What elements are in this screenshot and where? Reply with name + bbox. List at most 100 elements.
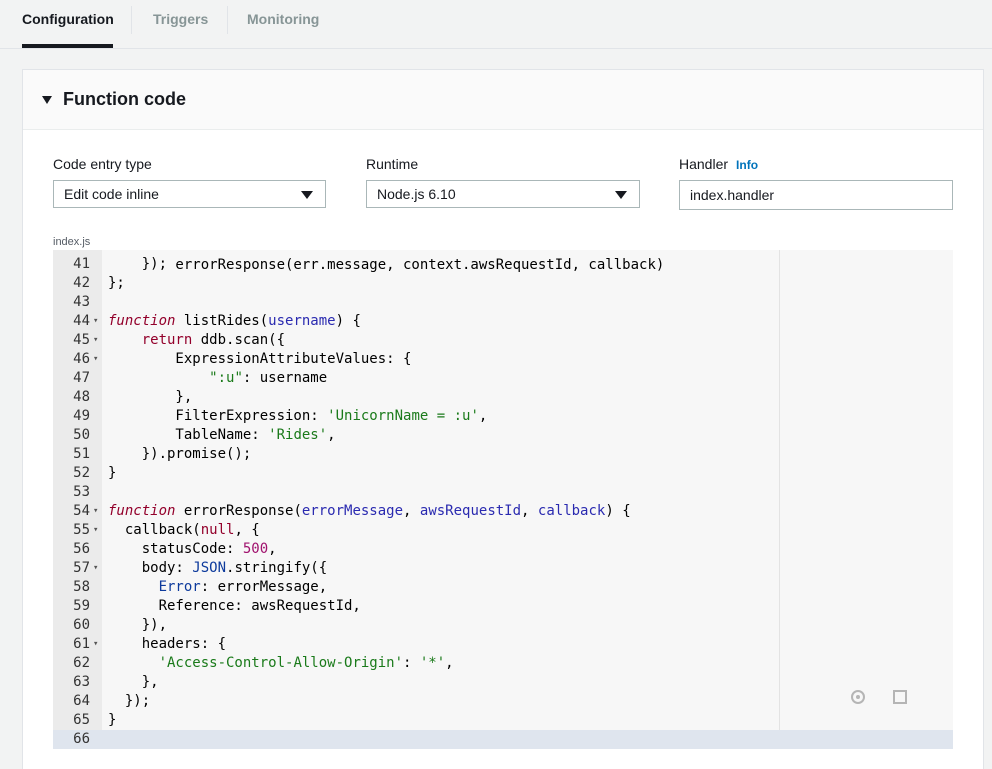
code-text: statusCode: 500, <box>108 541 277 557</box>
line-number: 48 <box>73 389 90 405</box>
line-number: 61 <box>73 636 90 652</box>
tab-monitoring[interactable]: Monitoring <box>247 0 319 48</box>
editor-file-tab[interactable]: index.js <box>53 236 90 248</box>
tab-divider <box>227 6 228 34</box>
code-line[interactable]: 42}; <box>53 274 953 293</box>
code-text: ExpressionAttributeValues: { <box>108 351 412 367</box>
code-text: 'Access-Control-Allow-Origin': '*', <box>158 655 454 671</box>
code-line[interactable]: 49 FilterExpression: 'UnicornName = :u', <box>53 407 953 426</box>
fold-arrow-icon[interactable]: ▾ <box>93 331 98 350</box>
fold-arrow-icon[interactable]: ▾ <box>93 502 98 521</box>
code-line[interactable]: 66 <box>53 730 953 749</box>
code-line[interactable]: 46 ▾ ExpressionAttributeValues: { <box>53 350 953 369</box>
code-entry-type-label: Code entry type <box>53 156 152 172</box>
code-line[interactable]: 65} <box>53 711 953 730</box>
code-line[interactable]: 53 <box>53 483 953 502</box>
code-text: } <box>108 712 117 728</box>
code-line[interactable]: 50 TableName: 'Rides', <box>53 426 953 445</box>
tab-configuration[interactable]: Configuration <box>22 0 114 48</box>
code-text: }), <box>108 617 168 633</box>
code-line[interactable]: 45 ▾ return ddb.scan({ <box>53 331 953 350</box>
line-number: 57 <box>73 560 90 576</box>
runtime-label: Runtime <box>366 156 419 172</box>
code-line[interactable]: 64 }); <box>53 692 953 711</box>
code-line[interactable]: 61 ▾ headers: { <box>53 635 953 654</box>
code-line[interactable]: 41 }); <box>53 255 953 274</box>
line-number: 60 <box>73 617 90 633</box>
dropdown-arrow-icon <box>615 191 627 199</box>
runtime-select[interactable]: Node.js 6.10 <box>366 180 640 208</box>
panel-title: Function code <box>63 89 186 109</box>
code-text: body: JSON.stringify({ <box>108 560 328 576</box>
code-line[interactable]: 52} <box>53 464 953 483</box>
code-line[interactable]: 56 statusCode: 500, <box>53 540 953 559</box>
code-line[interactable]: 44 ▾ function listRides(username) { <box>53 312 953 331</box>
line-number: 44 <box>73 313 90 329</box>
line-number: 53 <box>73 484 90 500</box>
line-number: 51 <box>73 446 90 462</box>
tab-bar: Configuration Triggers Monitoring <box>0 0 992 49</box>
code-text: Reference: awsRequestId, <box>108 598 361 614</box>
gear-icon[interactable] <box>851 690 865 704</box>
handler-info-link[interactable]: Info <box>736 158 758 172</box>
code-text: ":u": username <box>209 370 328 386</box>
code-line[interactable]: 51 }).promise(); <box>53 445 953 464</box>
code-text: }); <box>108 693 151 709</box>
code-entry-type-select[interactable]: Edit code inline <box>53 180 326 208</box>
line-number: 52 <box>73 465 90 481</box>
handler-input[interactable]: index.handler <box>679 180 953 210</box>
line-number: 49 <box>73 408 90 424</box>
code-line[interactable]: 47 ":u": username <box>53 369 953 388</box>
code-text: headers: { <box>108 636 227 652</box>
code-text: }); <box>108 256 168 272</box>
collapse-caret-icon[interactable] <box>42 96 52 104</box>
handler-label-row: Handler Info <box>679 156 758 172</box>
expand-icon[interactable] <box>893 690 907 704</box>
line-number: 41 <box>73 256 90 272</box>
code-line[interactable]: 48 }, <box>53 388 953 407</box>
code-line[interactable]: 62 'Access-Control-Allow-Origin': '*', <box>53 654 953 673</box>
code-text: }).promise(); <box>108 446 252 462</box>
code-text: callback(null, { <box>108 522 260 538</box>
code-editor[interactable]: errorResponse(err.message, context.awsRe… <box>53 250 953 749</box>
code-entry-type-value: Edit code inline <box>64 186 159 202</box>
code-text: Error: errorMessage, <box>158 579 328 595</box>
line-number: 50 <box>73 427 90 443</box>
runtime-value: Node.js 6.10 <box>377 186 456 202</box>
fold-arrow-icon[interactable]: ▾ <box>93 521 98 540</box>
code-line[interactable]: 59 Reference: awsRequestId, <box>53 597 953 616</box>
code-line[interactable]: 55 ▾ callback(null, { <box>53 521 953 540</box>
code-line[interactable]: 63 }, <box>53 673 953 692</box>
fold-arrow-icon[interactable]: ▾ <box>93 350 98 369</box>
code-line[interactable]: 58 Error: errorMessage, <box>53 578 953 597</box>
code-line[interactable]: 57 ▾ body: JSON.stringify({ <box>53 559 953 578</box>
function-code-panel: Function code Code entry type Edit code … <box>22 69 984 769</box>
line-number: 46 <box>73 351 90 367</box>
code-text: } <box>108 465 117 481</box>
tab-triggers[interactable]: Triggers <box>153 0 208 48</box>
line-number: 62 <box>73 655 90 671</box>
line-number: 43 <box>73 294 90 310</box>
line-number: 55 <box>73 522 90 538</box>
code-lines: 41 }); 42}; 43 44 ▾ function listRides(userna… <box>53 255 953 749</box>
line-number: 54 <box>73 503 90 519</box>
fold-arrow-icon[interactable]: ▾ <box>93 559 98 578</box>
code-text: }, <box>108 389 193 405</box>
fold-arrow-icon[interactable]: ▾ <box>93 312 98 331</box>
line-number: 56 <box>73 541 90 557</box>
code-text: FilterExpression: 'UnicornName = :u', <box>108 408 488 424</box>
tab-divider <box>131 6 132 34</box>
code-line[interactable]: 43 <box>53 293 953 312</box>
line-number: 65 <box>73 712 90 728</box>
line-number: 64 <box>73 693 90 709</box>
panel-header[interactable]: Function code <box>23 70 983 130</box>
code-line[interactable]: 54 ▾ function errorResponse(errorMessage, … <box>53 502 953 521</box>
line-number: 42 <box>73 275 90 291</box>
line-number: 45 <box>73 332 90 348</box>
dropdown-arrow-icon <box>301 191 313 199</box>
line-number: 66 <box>73 731 90 747</box>
line-number: 47 <box>73 370 90 386</box>
fold-arrow-icon[interactable]: ▾ <box>93 635 98 654</box>
code-text: function errorResponse(errorMessage, aws… <box>108 503 631 519</box>
code-line[interactable]: 60 }), <box>53 616 953 635</box>
